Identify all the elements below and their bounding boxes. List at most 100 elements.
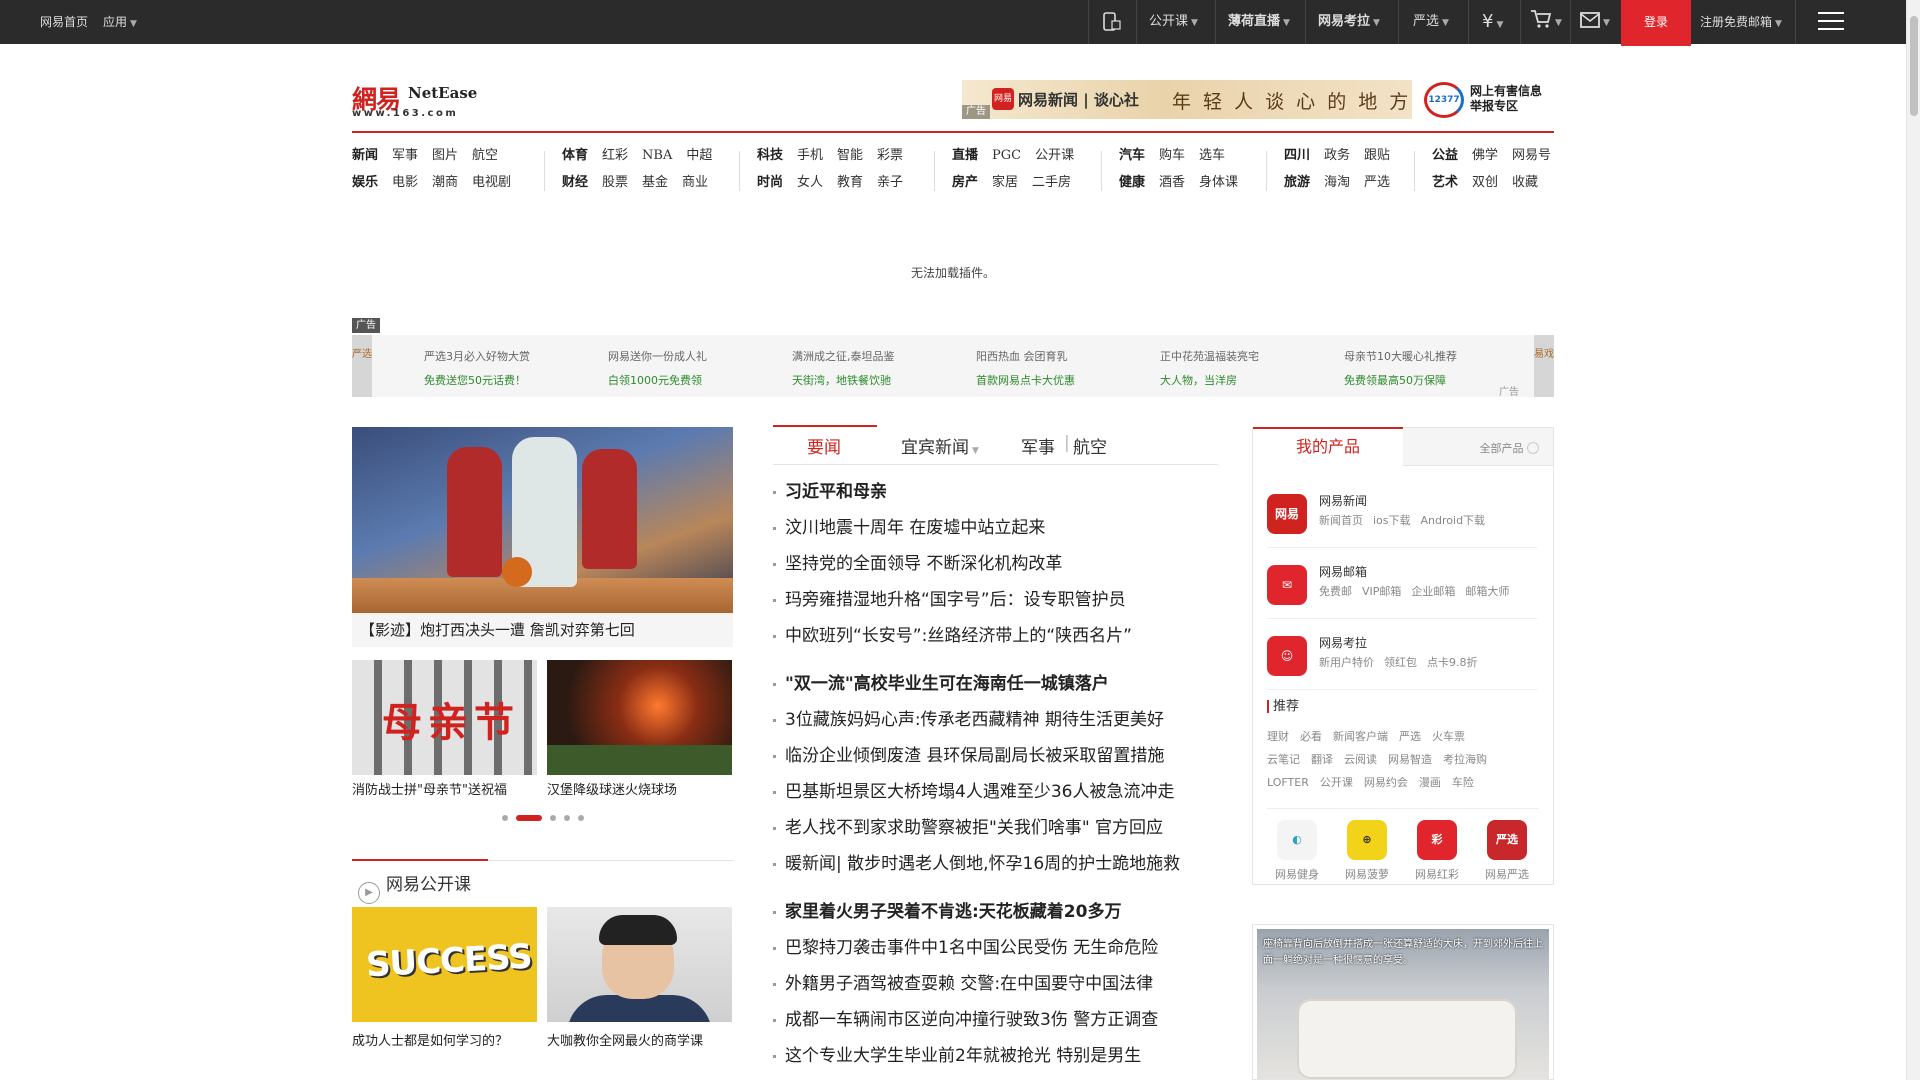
nav-link[interactable]: 酒香: [1159, 172, 1185, 194]
app-shortcut[interactable]: ⊕ 网易菠萝: [1337, 820, 1397, 882]
ad-strip-item[interactable]: 网易送你一份成人礼 白领1000元免费领: [608, 345, 707, 393]
ad-strip-item[interactable]: 阳西热血 会团育乳 首款网易点卡大优惠: [976, 345, 1075, 393]
recommend-link[interactable]: 云阅读: [1344, 753, 1377, 766]
nav-link[interactable]: 网易号: [1512, 145, 1551, 167]
carousel-dot[interactable]: [564, 815, 570, 821]
headline-photo[interactable]: [352, 427, 733, 613]
nav-link[interactable]: 女人: [797, 172, 823, 194]
nav-link[interactable]: 基金: [642, 172, 668, 194]
product-link[interactable]: 点卡9.8折: [1427, 656, 1478, 669]
news-item[interactable]: 临汾企业倾倒废渣 县环保局副局长被采取留置措施: [773, 744, 1164, 768]
mobile-icon[interactable]: [1100, 0, 1126, 44]
nav-link[interactable]: PGC: [992, 145, 1021, 167]
kaola-menu[interactable]: 网易考拉 ▼: [1318, 0, 1380, 44]
lottery-menu[interactable]: ¥ ▼: [1482, 0, 1503, 44]
nav-link[interactable]: 商业: [682, 172, 708, 194]
nav-link[interactable]: 佛学: [1472, 145, 1498, 167]
news-item[interactable]: 外籍男子酒驾被查耍赖 交警:在中国要守中国法律: [773, 972, 1153, 996]
recommend-link[interactable]: 必看: [1300, 730, 1322, 743]
nav-link[interactable]: 跟贴: [1364, 145, 1390, 167]
carousel-dot-active[interactable]: [516, 815, 542, 821]
nav-link[interactable]: 直播: [952, 145, 978, 167]
product-icon[interactable]: ☺: [1267, 636, 1307, 676]
open-course-thumb-success[interactable]: SUCCESS: [352, 907, 537, 1022]
nav-link[interactable]: 彩票: [877, 145, 903, 167]
nav-link[interactable]: 新闻: [352, 145, 378, 167]
nav-link[interactable]: 收藏: [1512, 172, 1538, 194]
product-link[interactable]: 新闻首页: [1319, 514, 1363, 527]
nav-link[interactable]: 股票: [602, 172, 628, 194]
recommend-link[interactable]: 网易约会: [1364, 776, 1408, 789]
apps-menu[interactable]: 应用 ▼: [103, 0, 137, 44]
photo-thumb-caption[interactable]: 汉堡降级球迷火烧球场: [547, 779, 677, 798]
recommend-link[interactable]: 火车票: [1432, 730, 1465, 743]
home-link[interactable]: 网易首页: [40, 0, 88, 44]
netease-logo[interactable]: 網易 NetEase www.163.com: [352, 80, 477, 120]
nav-link[interactable]: 家居: [992, 172, 1018, 194]
nav-link[interactable]: 公益: [1432, 145, 1458, 167]
news-item[interactable]: 中欧班列“长安号”:丝路经济带上的“陕西名片”: [773, 624, 1132, 648]
nav-link[interactable]: 科技: [757, 145, 783, 167]
open-course-thumb-lecturer[interactable]: [547, 907, 732, 1022]
page-scrollbar[interactable]: [1906, 0, 1920, 1080]
nav-link[interactable]: 娱乐: [352, 172, 378, 194]
nav-link[interactable]: 健康: [1119, 172, 1145, 194]
ad-strip-item[interactable]: 正中花苑温福装亮宅 大人物，当洋房: [1160, 345, 1259, 393]
ad-strip-left[interactable]: 严选: [352, 335, 372, 397]
recommend-link[interactable]: 严选: [1399, 730, 1421, 743]
nav-link[interactable]: 严选: [1364, 172, 1390, 194]
nav-link[interactable]: 手机: [797, 145, 823, 167]
tab-headlines[interactable]: 要闻: [807, 433, 841, 458]
ad-strip-item[interactable]: 满洲成之征,泰坦品鉴 天街湾，地铁餐饮驰: [792, 345, 895, 393]
tab-military[interactable]: 军事: [1021, 433, 1055, 458]
app-shortcut[interactable]: ◐ 网易健身: [1267, 820, 1327, 882]
news-item[interactable]: 3位藏族妈妈心声:传承老西藏精神 期待生活更美好: [773, 708, 1164, 732]
photo-thumb-stadium-fire[interactable]: [547, 660, 732, 775]
nav-link[interactable]: 电视剧: [472, 172, 511, 194]
app-shortcut[interactable]: 严选 网易严选: [1477, 820, 1537, 882]
product-name[interactable]: 网易邮箱: [1319, 563, 1367, 580]
nav-link[interactable]: 四川: [1284, 145, 1310, 167]
product-link[interactable]: 企业邮箱: [1411, 585, 1455, 598]
report-zone-link[interactable]: 12377 网上有害信息 举报专区: [1424, 80, 1554, 120]
open-course-menu[interactable]: 公开课 ▼: [1149, 0, 1198, 44]
product-name[interactable]: 网易考拉: [1319, 634, 1367, 651]
open-course-caption[interactable]: 大咖教你全网最火的商学课: [547, 1030, 703, 1049]
news-item[interactable]: 成都一车辆闹市区逆向冲撞行驶致3伤 警方正调查: [773, 1008, 1158, 1032]
news-item[interactable]: 玛旁雍措湿地升格“国字号”后：设专职管护员: [773, 588, 1126, 612]
scrollbar-thumb[interactable]: [1910, 16, 1918, 116]
nav-link[interactable]: 购车: [1159, 145, 1185, 167]
product-icon[interactable]: ✉: [1267, 565, 1307, 605]
product-link[interactable]: Android下载: [1421, 514, 1486, 527]
yanxuan-menu[interactable]: 严选 ▼: [1413, 0, 1449, 44]
nav-link[interactable]: 艺术: [1432, 172, 1458, 194]
news-item[interactable]: 老人找不到家求助警察被拒"关我们啥事" 官方回应: [773, 816, 1163, 840]
product-link[interactable]: ios下载: [1373, 514, 1411, 527]
tab-aviation[interactable]: 航空: [1073, 433, 1107, 458]
news-item[interactable]: 坚持党的全面领导 不断深化机构改革: [773, 552, 1062, 576]
nav-link[interactable]: 红彩: [602, 145, 628, 167]
nav-link[interactable]: 选车: [1199, 145, 1225, 167]
open-course-section-title[interactable]: ▶ 网易公开课: [358, 870, 471, 904]
nav-link[interactable]: 智能: [837, 145, 863, 167]
news-headline[interactable]: 家里着火男子哭着不肯逃:天花板藏着20多万: [773, 900, 1121, 924]
nav-link[interactable]: 中超: [686, 145, 712, 167]
hamburger-menu-icon[interactable]: [1818, 12, 1844, 32]
tab-local-news[interactable]: 宜宾新闻 ▼: [901, 433, 979, 458]
recommend-link[interactable]: 公开课: [1320, 776, 1353, 789]
recommend-link[interactable]: 新闻客户端: [1333, 730, 1388, 743]
news-headline[interactable]: "双一流"高校毕业生可在海南任一城镇落户: [773, 672, 1109, 696]
nav-link[interactable]: 房产: [952, 172, 978, 194]
nav-link[interactable]: 二手房: [1032, 172, 1071, 194]
nav-link[interactable]: 汽车: [1119, 145, 1145, 167]
nav-link[interactable]: 体育: [562, 145, 588, 167]
nav-link[interactable]: 公开课: [1035, 145, 1074, 167]
recommend-link[interactable]: 网易智造: [1388, 753, 1432, 766]
nav-link[interactable]: 政务: [1324, 145, 1350, 167]
nav-link[interactable]: 双创: [1472, 172, 1498, 194]
open-course-caption[interactable]: 成功人士都是如何学习的？: [352, 1030, 508, 1049]
nav-link[interactable]: 亲子: [877, 172, 903, 194]
product-link[interactable]: VIP邮箱: [1362, 585, 1401, 598]
recommend-link[interactable]: 理财: [1267, 730, 1289, 743]
news-item[interactable]: 巴黎持刀袭击事件中1名中国公民受伤 无生命危险: [773, 936, 1158, 960]
